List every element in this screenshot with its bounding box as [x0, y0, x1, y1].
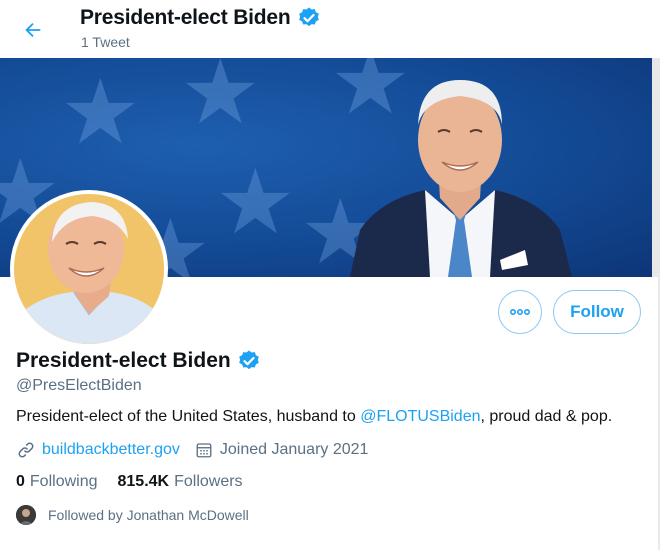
profile-bio: President-elect of the United States, hu…	[16, 408, 612, 426]
avatar-portrait	[14, 194, 164, 344]
more-options-button[interactable]	[498, 290, 542, 334]
bio-text: President-elect of the United States, hu…	[16, 408, 361, 425]
tweet-count: 1 Tweet	[81, 34, 130, 50]
display-name: President-elect Biden	[16, 349, 231, 372]
follow-button[interactable]: Follow	[553, 290, 641, 334]
followed-by-row[interactable]: Followed by Jonathan McDowell	[16, 505, 249, 525]
link-icon	[16, 440, 36, 460]
follower-avatar	[16, 505, 36, 525]
bio-text-end: , proud dad & pop.	[480, 408, 613, 425]
following-link[interactable]: 0 Following	[16, 473, 98, 491]
bio-mention-link[interactable]: @FLOTUSBiden	[360, 408, 480, 425]
more-icon	[509, 308, 531, 316]
avatar[interactable]	[10, 190, 168, 348]
following-count: 0	[16, 473, 25, 490]
verified-badge-icon	[238, 350, 259, 370]
followed-by-text: Followed by Jonathan McDowell	[48, 507, 249, 523]
profile-handle: @PresElectBiden	[16, 377, 142, 394]
following-label: Following	[29, 473, 98, 490]
followers-link[interactable]: 815.4K Followers	[118, 473, 243, 491]
banner-edge	[652, 58, 660, 277]
joined-date: Joined January 2021	[219, 441, 369, 458]
banner-star-icon: ★	[60, 63, 141, 163]
website-link[interactable]: buildbackbetter.gov	[42, 441, 180, 459]
calendar-icon	[194, 440, 214, 460]
followers-count: 815.4K	[117, 473, 170, 490]
banner-star-icon: ★	[180, 58, 261, 143]
back-arrow-icon	[25, 22, 41, 38]
profile-meta: buildbackbetter.gov Joined January 2021	[16, 440, 368, 460]
banner-portrait	[350, 80, 572, 277]
header-title: President-elect Biden	[80, 6, 291, 29]
verified-badge-icon	[298, 7, 319, 27]
follow-counts: 0 Following 815.4K Followers	[16, 473, 263, 491]
banner-star-icon: ★	[215, 153, 296, 253]
followers-label: Followers	[174, 473, 243, 490]
profile-header: President-elect Biden 1 Tweet	[0, 0, 660, 58]
back-button[interactable]	[17, 14, 49, 46]
